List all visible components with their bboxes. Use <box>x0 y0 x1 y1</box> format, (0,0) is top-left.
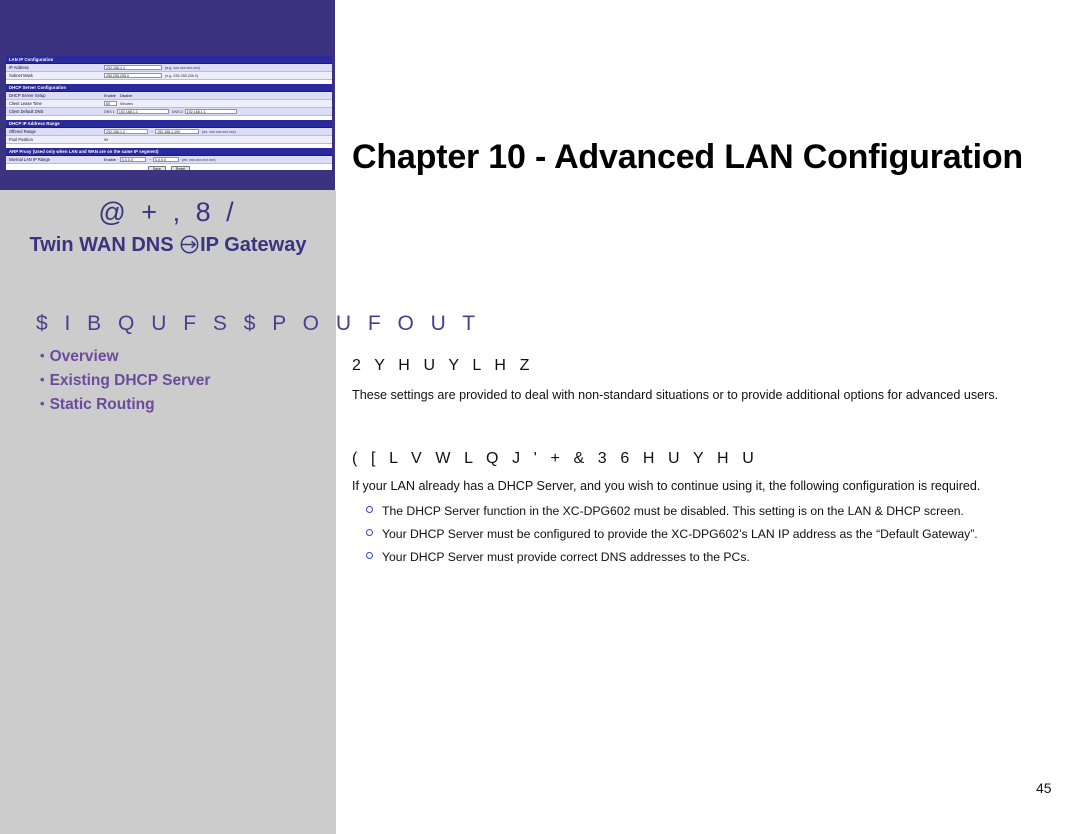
contents-item-label: Existing DHCP Server <box>49 372 211 389</box>
radio-disable[interactable]: Disable <box>120 94 133 98</box>
field-hint: Minutes <box>120 101 133 106</box>
table-row: Internal LAN IP Range Enable 0.0.0.0 ~ 0… <box>6 156 332 164</box>
dns2-input[interactable]: 192.168.1.1 <box>184 108 237 115</box>
chapter-contents-list: • Overview • Existing DHCP Server • Static … <box>40 344 330 416</box>
table-row: Offered Range 192.168.1.2 ~ 192.168.1.10… <box>6 128 332 136</box>
range-separator: ~ <box>151 129 154 134</box>
list-item: Your DHCP Server must be configured to p… <box>366 523 1026 546</box>
router-config-screenshot: LAN IP Configuration IP Address 192.168.… <box>6 56 332 170</box>
page-number: 45 <box>1036 780 1052 796</box>
field-label: DHCP Server Setup <box>9 93 46 98</box>
range-end-input[interactable]: 192.168.1.100 <box>155 128 200 135</box>
list-item-text: Your DHCP Server must be configured to p… <box>382 527 978 541</box>
circle-bullet-icon <box>366 506 373 513</box>
field-label: Pool Position <box>9 137 33 142</box>
field-label: Subnet Mask <box>9 73 33 78</box>
reset-button[interactable]: Reset <box>170 165 191 170</box>
list-item-text: The DHCP Server function in the XC-DPG60… <box>382 504 964 518</box>
pool-position-value: 99 <box>104 137 109 142</box>
circle-bullet-icon <box>366 529 373 536</box>
button-row: Save Reset <box>6 164 332 170</box>
lease-time-input[interactable]: 60 <box>104 100 117 107</box>
arp-separator: ~ <box>148 157 151 162</box>
field-label: Client Lease Time <box>9 101 42 106</box>
field-label: Offered Range <box>9 129 36 134</box>
contents-item-existing-dhcp-server[interactable]: • Existing DHCP Server <box>40 368 330 392</box>
field-label: Client Default DNS <box>9 109 44 114</box>
table-row: Client Default DNS DNS 1 192.168.1.1 DNS… <box>6 108 332 116</box>
dns1-label: DNS 1 <box>104 109 115 114</box>
sidebar-panel <box>0 190 336 834</box>
contents-item-static-routing[interactable]: • Static Routing <box>40 392 330 416</box>
arp-end-input[interactable]: 0.0.0.0 <box>152 156 179 163</box>
requirements-list: The DHCP Server function in the XC-DPG60… <box>366 500 1026 569</box>
list-item: The DHCP Server function in the XC-DPG60… <box>366 500 1026 523</box>
field-hint: (ex. xxx.xxx.xxx.xxx) <box>181 157 216 162</box>
section-heading-existing-dhcp-server: ( [ L V W L Q J ' + & 3 6 H U Y H U <box>352 450 759 467</box>
section-paragraph-overview: These settings are provided to deal with… <box>352 388 999 402</box>
radio-enable[interactable]: Enable <box>104 94 116 98</box>
dns1-input[interactable]: 192.168.1.1 <box>116 108 169 115</box>
contents-item-overview[interactable]: • Overview <box>40 344 330 368</box>
checkbox-enable[interactable]: Enable <box>104 158 116 162</box>
table-row: Subnet Mask 255.255.255.0 (e.g. 255.255.… <box>6 72 332 80</box>
section-paragraph-existing-dhcp-server: If your LAN already has a DHCP Server, a… <box>352 479 981 493</box>
section-band-lan-ip: LAN IP Configuration <box>6 56 332 64</box>
list-item: Your DHCP Server must provide correct DN… <box>366 546 1026 569</box>
range-start-input[interactable]: 192.168.1.2 <box>104 128 148 135</box>
field-label: IP Address <box>9 65 29 70</box>
table-row: Client Lease Time 60 Minutes <box>6 100 332 108</box>
save-button[interactable]: Save <box>147 165 166 170</box>
section-band-arp-proxy: ARP Proxy (Used only when LAN and WAN ar… <box>6 148 332 156</box>
left-column: LAN IP Configuration IP Address 192.168.… <box>0 0 336 834</box>
page-title: Chapter 10 - Advanced LAN Configuration <box>352 138 1023 176</box>
arrow-right-in-circle-icon <box>180 235 199 260</box>
sidebar-subtitle-before: Twin WAN DNS <box>29 234 174 256</box>
section-band-dhcp-server: DHCP Server Configuration <box>6 84 332 92</box>
field-hint: (e.g. 255.255.255.0) <box>165 73 199 78</box>
bullet-dot: • <box>40 396 45 411</box>
bullet-dot: • <box>40 372 45 387</box>
table-row: IP Address 192.168.1.1 (e.g. xxx.xxx.xxx… <box>6 64 332 72</box>
table-row: Pool Position 99 <box>6 136 332 144</box>
sidebar-subtitle: Twin WAN DNS IP Gateway <box>0 234 336 260</box>
field-hint: (ex. xxx.xxx.xxx.xxx) <box>202 129 236 134</box>
table-row: DHCP Server Setup Enable Disable <box>6 92 332 100</box>
contents-item-label: Static Routing <box>49 396 155 413</box>
circle-bullet-icon <box>366 552 373 559</box>
sidebar-subtitle-after: IP Gateway <box>200 234 307 256</box>
arp-start-input[interactable]: 0.0.0.0 <box>119 156 146 163</box>
chapter-contents-heading: $ I B Q U F S $ P O U F O U T <box>36 312 481 335</box>
list-item-text: Your DHCP Server must provide correct DN… <box>382 550 750 564</box>
subnet-mask-input[interactable]: 255.255.255.0 <box>104 72 162 79</box>
ip-address-input[interactable]: 192.168.1.1 <box>104 64 162 71</box>
contents-item-label: Overview <box>49 348 119 365</box>
section-band-ip-range: DHCP IP Address Range <box>6 120 332 128</box>
dns2-label: DNS 2 <box>171 109 183 114</box>
bullet-dot: • <box>40 348 45 363</box>
sidebar-decoration-line: @ + , 8 / <box>98 197 238 227</box>
field-label: Internal LAN IP Range <box>9 157 50 162</box>
section-heading-overview: 2 Y H U Y L H Z <box>352 357 534 374</box>
field-hint: (e.g. xxx.xxx.xxx.xxx) <box>165 65 200 70</box>
